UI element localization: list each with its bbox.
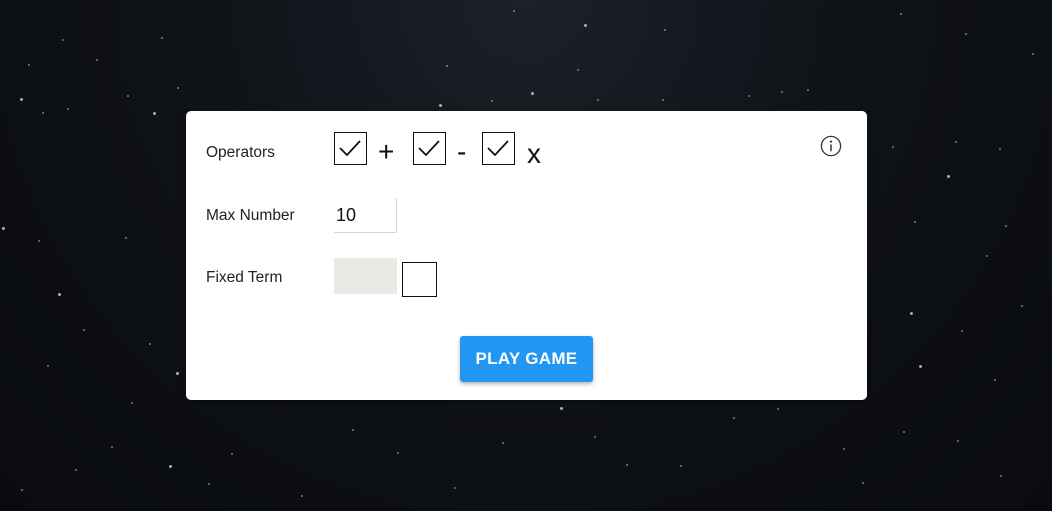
star: [994, 379, 996, 381]
play-game-button[interactable]: PLAY GAME: [460, 336, 593, 382]
fixed-term-checkbox[interactable]: [402, 262, 437, 297]
star: [1032, 53, 1034, 55]
star: [986, 255, 988, 257]
star: [777, 408, 779, 410]
star: [892, 146, 894, 148]
star: [125, 237, 127, 239]
max-number-label: Max Number: [206, 207, 295, 224]
star: [680, 465, 682, 467]
star: [127, 95, 129, 97]
star: [175, 371, 179, 375]
star: [1000, 475, 1002, 477]
star: [957, 440, 959, 442]
star: [75, 469, 77, 471]
star: [999, 148, 1001, 150]
star: [903, 431, 905, 433]
star: [149, 343, 151, 345]
star: [1021, 305, 1023, 307]
star: [843, 448, 845, 450]
star: [918, 364, 922, 368]
checkmark-icon: [339, 140, 361, 157]
star: [502, 442, 504, 444]
operators-label: Operators: [206, 144, 275, 161]
fixed-term-label: Fixed Term: [206, 269, 283, 286]
star: [900, 13, 902, 15]
star: [491, 100, 493, 102]
star: [397, 452, 399, 454]
checkmark-icon: [418, 140, 440, 157]
star: [1, 226, 5, 230]
star: [168, 464, 172, 468]
star: [576, 68, 580, 72]
multiply-operator-checkbox[interactable]: [482, 132, 515, 165]
star: [152, 111, 156, 115]
star: [965, 33, 967, 35]
minus-operator-label: -: [457, 136, 467, 167]
star: [111, 446, 113, 448]
star: [961, 330, 963, 332]
star: [67, 108, 69, 110]
settings-panel: Operators + - x Max Number Fixed Term PL…: [186, 111, 867, 400]
star: [664, 29, 666, 31]
star: [530, 91, 534, 95]
star: [446, 65, 448, 67]
multiply-operator-label: x: [527, 138, 541, 169]
star: [438, 103, 442, 107]
star: [909, 311, 913, 315]
star: [748, 95, 750, 97]
plus-operator-label: +: [378, 136, 395, 167]
star: [1005, 225, 1007, 227]
star: [96, 59, 98, 61]
fixed-term-input[interactable]: [334, 258, 397, 294]
star: [781, 91, 783, 93]
star: [177, 87, 179, 89]
star: [208, 483, 210, 485]
minus-operator-checkbox[interactable]: [413, 132, 446, 165]
star: [62, 39, 64, 41]
info-icon[interactable]: [820, 135, 842, 157]
star: [955, 141, 957, 143]
star: [594, 436, 596, 438]
star: [38, 240, 40, 242]
star: [862, 482, 864, 484]
star: [626, 464, 628, 466]
star: [301, 495, 303, 497]
star: [946, 174, 950, 178]
star: [57, 292, 61, 296]
star: [597, 99, 599, 101]
plus-operator-checkbox[interactable]: [334, 132, 367, 165]
star: [914, 221, 916, 223]
star: [19, 97, 23, 101]
star: [454, 487, 456, 489]
star: [583, 23, 587, 27]
star: [131, 402, 133, 404]
star: [28, 64, 30, 66]
checkmark-icon: [487, 140, 509, 157]
star: [21, 489, 23, 491]
star: [83, 329, 85, 331]
star: [807, 89, 809, 91]
star: [231, 453, 233, 455]
star: [47, 365, 49, 367]
star: [42, 112, 44, 114]
star: [733, 417, 735, 419]
star: [559, 406, 563, 410]
star: [161, 37, 163, 39]
star: [513, 10, 515, 12]
star: [662, 99, 664, 101]
max-number-input[interactable]: [334, 198, 397, 233]
star: [352, 429, 354, 431]
